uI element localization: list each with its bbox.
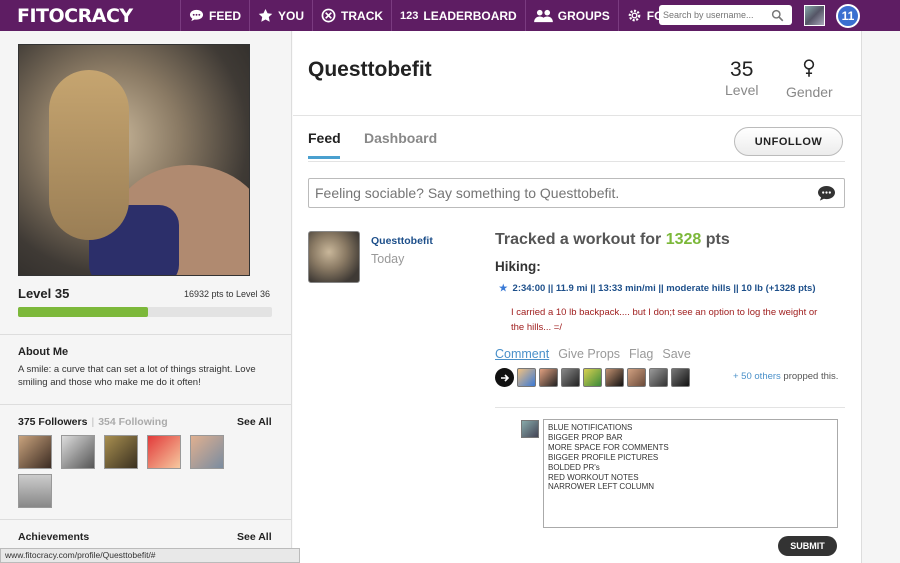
divider <box>0 334 291 335</box>
prop-avatar[interactable] <box>605 368 624 387</box>
commenter-avatar <box>521 420 539 438</box>
followers-header: 375 Followers | 354 Following <box>18 416 168 428</box>
follower-avatar[interactable] <box>18 435 52 469</box>
left-column: Level 35 16932 pts to Level 36 About Me … <box>0 31 292 563</box>
gear-icon <box>628 9 641 22</box>
level-value: 35 <box>730 58 754 81</box>
workout-title: Tracked a workout for 1328 pts <box>495 231 730 248</box>
level-progress-fill <box>18 307 148 317</box>
workout-points: 1328 <box>665 231 702 248</box>
gender-stat: Gender <box>786 58 833 100</box>
follower-avatar[interactable] <box>190 435 224 469</box>
submit-button[interactable]: SUBMIT <box>778 536 837 556</box>
gender-stat-label: Gender <box>786 84 833 100</box>
track-icon <box>321 8 336 23</box>
flag-link[interactable]: Flag <box>629 347 653 361</box>
follower-avatar[interactable] <box>61 435 95 469</box>
profile-username: Questtobefit <box>308 58 432 81</box>
tab-feed-indicator <box>308 156 340 159</box>
tab-feed[interactable]: Feed <box>308 130 341 146</box>
followers-link[interactable]: 375 Followers <box>18 416 87 428</box>
level-stat-label: Level <box>725 82 759 98</box>
follower-avatar[interactable] <box>18 474 52 508</box>
level-label: Level 35 <box>18 286 70 301</box>
nav-track-label: TRACK <box>341 8 384 23</box>
prop-avatar[interactable] <box>627 368 646 387</box>
nav-leaderboard-label: LEADERBOARD <box>423 8 517 23</box>
divider <box>0 404 291 405</box>
save-link[interactable]: Save <box>662 347 691 361</box>
comment-link[interactable]: Comment <box>495 347 549 361</box>
nav-feed-label: FEED <box>209 8 242 23</box>
nav-you[interactable]: YOU <box>249 0 312 31</box>
prop-avatar[interactable] <box>583 368 602 387</box>
nav-leaderboard[interactable]: 123 LEADERBOARD <box>391 0 525 31</box>
prop-avatar[interactable] <box>539 368 558 387</box>
comment-textarea[interactable]: BLUE NOTIFICATIONS BIGGER PROP BAR MORE … <box>543 419 838 528</box>
nav-items: FEED YOU TRACK 123 LEADERBOARD GROUPS FO… <box>180 0 699 31</box>
level-stat: 35 Level <box>725 58 758 98</box>
level-progress-bar <box>18 307 272 317</box>
browser-status-bar: www.fitocracy.com/profile/Questtobefit/# <box>0 548 300 563</box>
props-others-link[interactable]: + 50 others <box>733 371 781 382</box>
divider <box>495 407 845 408</box>
nav-feed[interactable]: FEED <box>180 0 249 31</box>
exercise-set: ★ 2:34:00 || 11.9 mi || 13:33 min/mi || m… <box>499 283 816 294</box>
groups-icon <box>533 9 553 23</box>
star-icon <box>258 8 273 22</box>
nav-groups-label: GROUPS <box>557 8 610 23</box>
post-input[interactable] <box>315 185 815 201</box>
leaderboard-icon: 123 <box>400 9 419 22</box>
prop-avatar[interactable] <box>517 368 536 387</box>
tab-dashboard[interactable]: Dashboard <box>364 130 437 146</box>
following-link[interactable]: 354 Following <box>98 416 167 428</box>
achievements-see-all[interactable]: See All <box>237 531 272 543</box>
divider <box>308 161 845 162</box>
top-nav: FITOCRACY FEED YOU TRACK 123 LEADERBOARD… <box>0 0 900 31</box>
prop-avatar[interactable] <box>649 368 668 387</box>
prop-avatar[interactable] <box>671 368 690 387</box>
female-symbol-icon <box>804 59 815 77</box>
divider <box>0 519 291 520</box>
bullet-star-icon: ★ <box>499 283 508 294</box>
speech-bubble-icon[interactable] <box>817 185 836 202</box>
main-content: Questtobefit 35 Level Gender Feed Dashbo… <box>293 31 861 563</box>
unfollow-button[interactable]: UNFOLLOW <box>734 127 843 156</box>
nav-groups[interactable]: GROUPS <box>524 0 618 31</box>
feed-timestamp: Today <box>371 252 405 266</box>
feed-actions: Comment Give Props Flag Save <box>495 347 691 361</box>
props-count: + 50 others propped this. <box>733 371 839 382</box>
feed-user-avatar[interactable] <box>308 231 360 283</box>
profile-photo[interactable] <box>18 44 250 276</box>
points-to-next-level: 16932 pts to Level 36 <box>184 289 271 299</box>
nav-you-label: YOU <box>278 8 305 23</box>
user-avatar[interactable] <box>804 5 825 26</box>
search-input[interactable] <box>663 10 771 20</box>
give-props-link[interactable]: Give Props <box>558 347 620 361</box>
follower-avatar[interactable] <box>147 435 181 469</box>
right-gutter <box>861 31 900 563</box>
props-avatars <box>495 368 690 387</box>
prop-avatar[interactable] <box>561 368 580 387</box>
about-me-text: A smile: a curve that can set a lot of t… <box>18 364 256 388</box>
search-icon[interactable] <box>771 9 784 22</box>
post-box[interactable] <box>308 178 845 208</box>
fitocracy-logo[interactable]: FITOCRACY <box>17 5 133 27</box>
exercise-name: Hiking: <box>495 259 541 274</box>
feed-username[interactable]: Questtobefit <box>371 235 433 247</box>
search-box[interactable] <box>659 5 792 25</box>
props-arrow-icon[interactable] <box>495 368 514 387</box>
about-me-heading: About Me <box>18 346 69 358</box>
followers-see-all[interactable]: See All <box>237 416 272 428</box>
follower-avatar[interactable] <box>104 435 138 469</box>
divider <box>293 115 861 116</box>
speech-bubble-icon <box>189 9 204 22</box>
nav-track[interactable]: TRACK <box>312 0 391 31</box>
achievements-heading: Achievements <box>18 531 90 543</box>
workout-note: I carried a 10 lb backpack.... but I don… <box>511 307 818 333</box>
notification-badge[interactable]: 11 <box>836 4 860 28</box>
